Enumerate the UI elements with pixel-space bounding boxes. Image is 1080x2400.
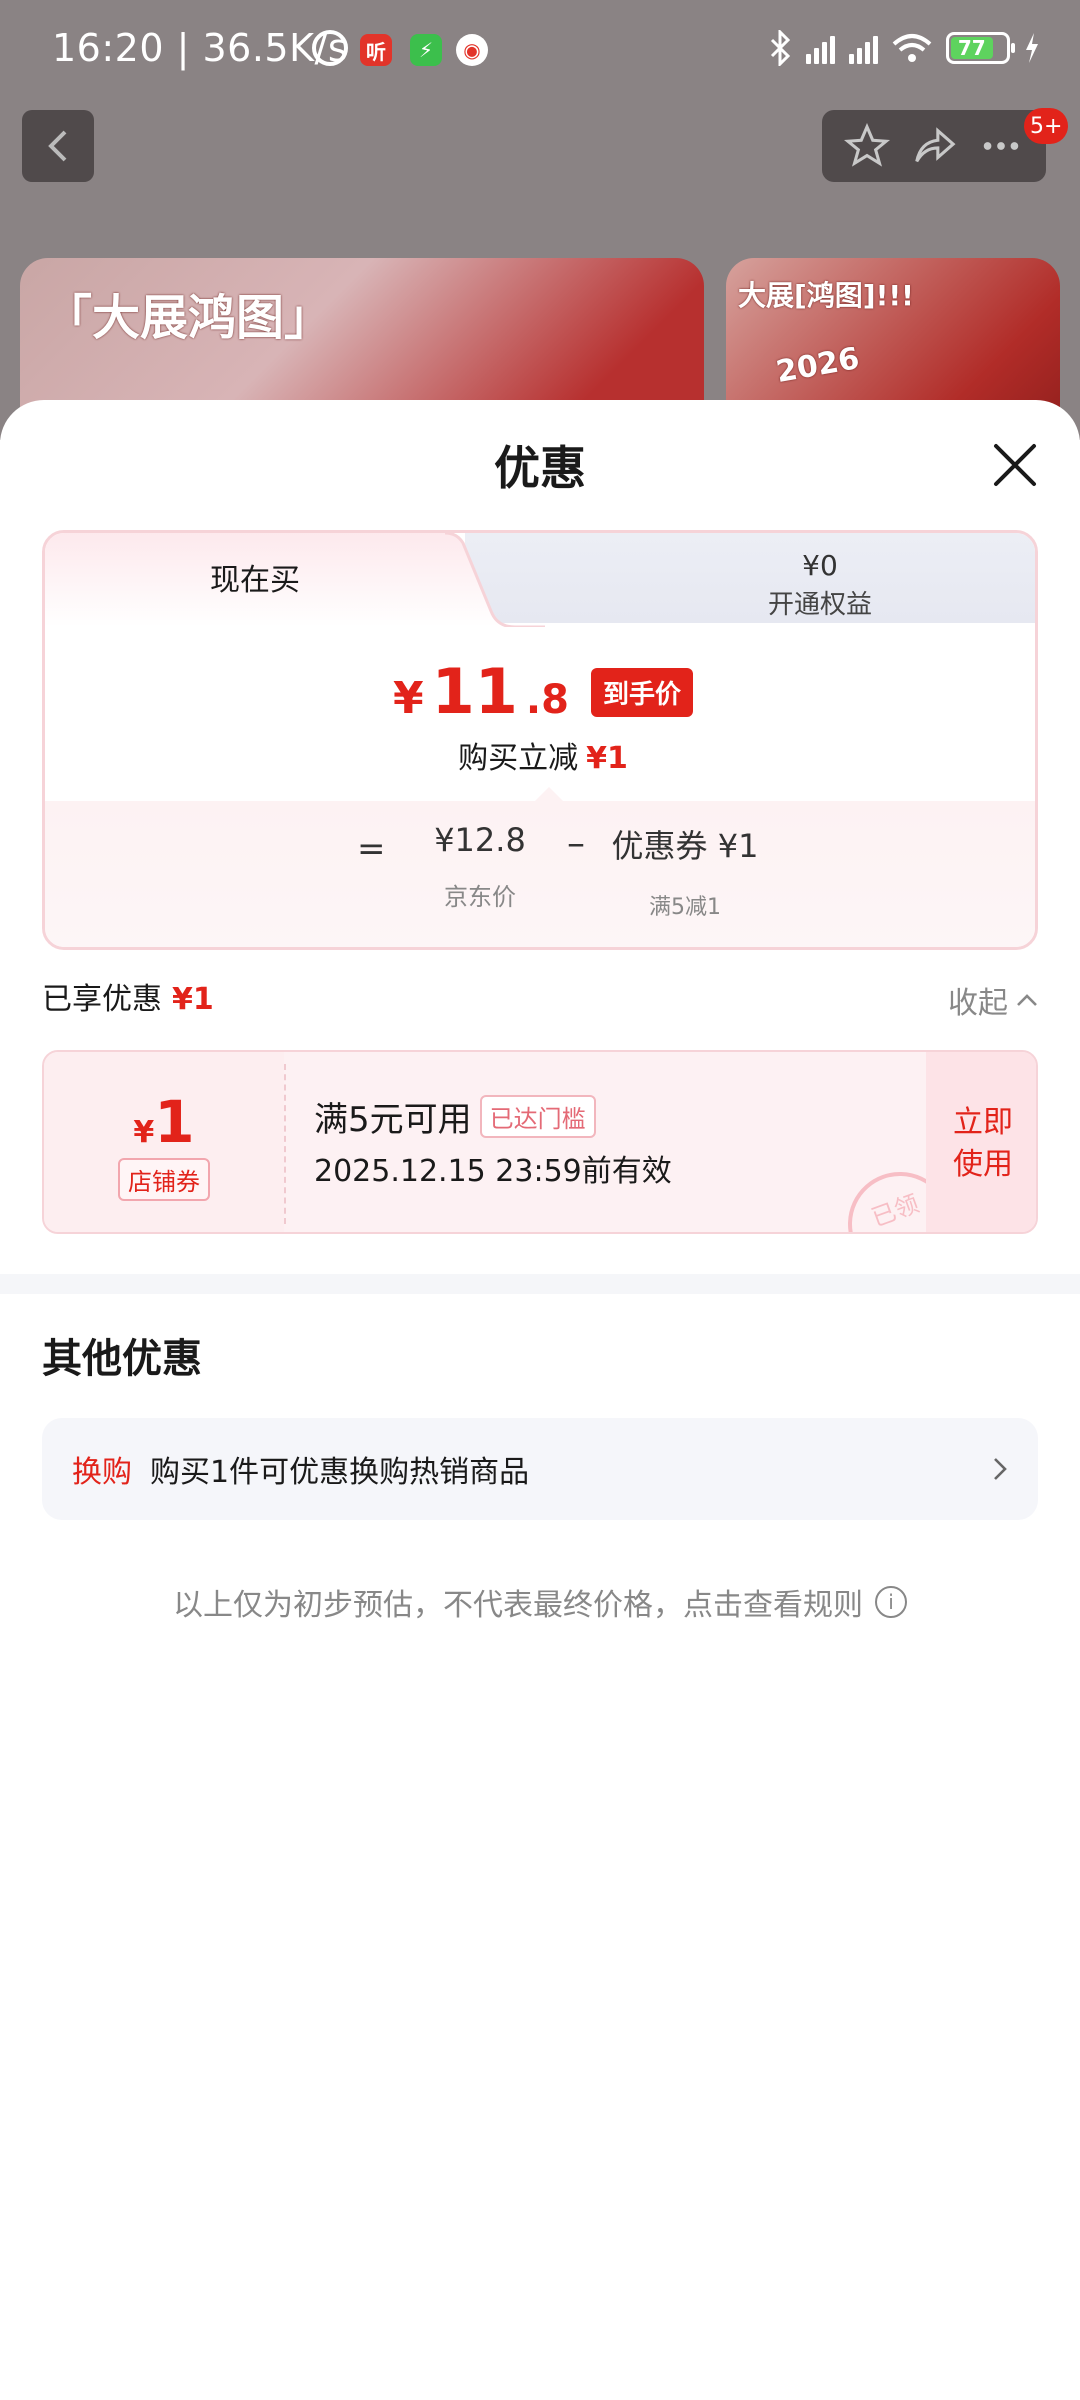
collapse-label: 收起 [948, 986, 1008, 1021]
swap-tag: 换购 [72, 1455, 132, 1490]
message-badge: 5+ [1024, 108, 1069, 144]
store-coupon: ¥1 店铺券 满5元可用 已达门槛 2025.12.15 23:59前有效 已领… [42, 1050, 1038, 1234]
swap-text: 购买1件可优惠换购热销商品 [150, 1455, 530, 1490]
price-currency: ¥ [393, 673, 424, 724]
battery-icon: 77 [946, 32, 1015, 64]
coupon-divider [284, 1064, 286, 1224]
tab-open-benefits[interactable]: ¥0 开通权益 [705, 549, 935, 621]
close-icon[interactable] [990, 440, 1040, 490]
alarm-icon [312, 30, 348, 66]
final-price-tag: 到手价 [590, 668, 693, 717]
threshold-reached-badge: 已达门槛 [479, 1095, 596, 1138]
enjoyed-discount: 已享优惠 ¥1 [42, 974, 214, 1018]
minus-sign: – [567, 823, 585, 864]
price-decimal: .8 [525, 677, 569, 723]
equals-sign: = [357, 829, 386, 869]
coupon-validity: 2025.12.15 23:59前有效 [314, 1154, 672, 1189]
battery-level: 77 [951, 36, 993, 60]
other-discounts-title: 其他优惠 [42, 1336, 202, 1382]
price-card: 现在买 ¥0 开通权益 ¥ 11.8 到手价 购买立减 ¥1 = ¥12.8 京东… [42, 530, 1038, 950]
signal-1-icon [806, 32, 835, 64]
charge-app-icon: ⚡ [410, 34, 442, 66]
weibo-icon: ◉ [456, 34, 488, 66]
info-icon: i [875, 1586, 907, 1618]
collapse-toggle[interactable]: 收起 [948, 978, 1038, 1022]
final-price: ¥ 11.8 到手价 [45, 655, 1035, 728]
favorite-star-icon[interactable] [844, 123, 890, 169]
coupon-condition: 满5元可用 已达门槛 [314, 1092, 596, 1141]
more-icon[interactable] [978, 123, 1024, 169]
coupon-deduct-rule: 满5减1 [649, 895, 721, 920]
enjoyed-amount: ¥1 [172, 982, 214, 1017]
jd-price-block: ¥12.8 京东价 [405, 821, 555, 912]
app-notify-icon: 听 [360, 34, 392, 66]
tab-open-label: 开通权益 [767, 590, 872, 620]
tab-now-buy[interactable]: 现在买 [45, 555, 465, 599]
coupon-amount: ¥1 [133, 1088, 195, 1156]
instant-reduce: 购买立减 ¥1 [45, 733, 1035, 777]
disclaimer-text: 以上仅为初步预估，不代表最终价格，点击查看规则 [173, 1588, 863, 1623]
signal-2-icon [849, 32, 878, 64]
jd-price-value: ¥12.8 [434, 821, 526, 859]
coupon-condition-text: 满5元可用 [314, 1100, 472, 1140]
chevron-right-icon [994, 1458, 1007, 1480]
bluetooth-icon [770, 30, 791, 66]
reduce-amount: ¥1 [586, 741, 628, 776]
tab-open-price: ¥0 [802, 549, 838, 582]
coupon-type-badge: 店铺券 [118, 1158, 210, 1201]
discount-sheet: 优惠 现在买 ¥0 开通权益 ¥ 11.8 到手价 购买立减 ¥1 = ¥12.8… [0, 400, 1080, 2400]
disclaimer[interactable]: 以上仅为初步预估，不代表最终价格，点击查看规则 i [0, 1580, 1080, 1624]
chevron-left-icon [48, 130, 67, 162]
swap-purchase-row[interactable]: 换购 购买1件可优惠换购热销商品 [42, 1418, 1038, 1520]
wifi-icon [892, 34, 932, 62]
nav-actions [822, 110, 1046, 182]
status-bar: 16:20 | 36.5K/s 听 ⚡ ◉ 77 [0, 0, 1080, 100]
sheet-title: 优惠 [494, 441, 586, 495]
chevron-up-icon [1017, 994, 1037, 1006]
status-time-speed: 16:20 | 36.5K/s [52, 26, 349, 70]
enjoyed-label: 已享优惠 [42, 982, 162, 1017]
coupon-deduct-block: 优惠券 ¥1 满5减1 [605, 821, 765, 921]
price-integer: 11 [431, 655, 518, 728]
coupon-deduct-value: 优惠券 ¥1 [611, 827, 759, 865]
coupon-amount-value: 1 [154, 1088, 195, 1156]
reduce-label: 购买立减 [458, 741, 579, 776]
use-now-button[interactable]: 立即 使用 [926, 1052, 1036, 1232]
section-separator [0, 1274, 1080, 1294]
jd-price-label: 京东价 [444, 883, 516, 911]
charging-icon [1026, 33, 1038, 63]
breakdown-notch [533, 787, 565, 803]
back-button[interactable] [22, 110, 94, 182]
share-icon[interactable] [910, 123, 958, 169]
status-right: 77 [768, 30, 1040, 66]
